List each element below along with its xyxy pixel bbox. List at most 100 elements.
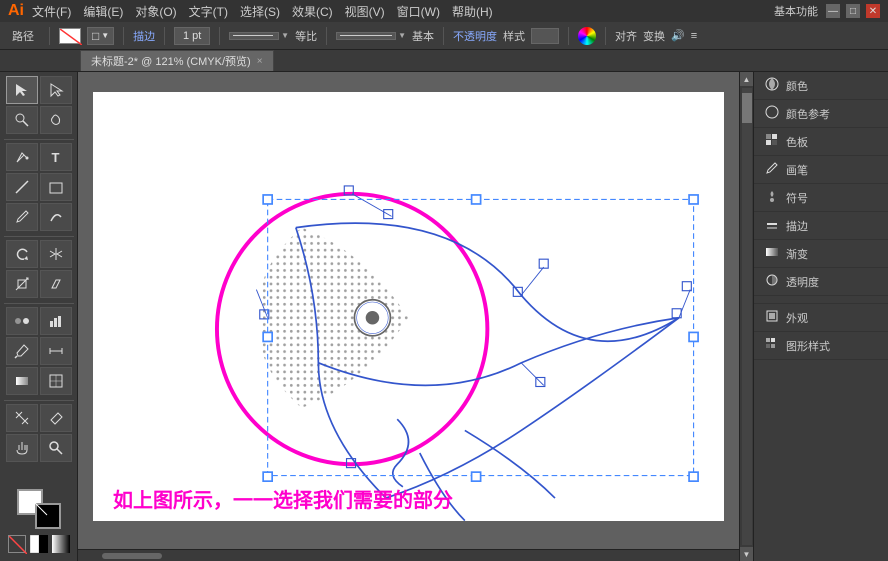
stroke-mode-label: 描边: [133, 28, 155, 44]
more-options-icon[interactable]: 🔊: [671, 29, 685, 42]
scale-tool[interactable]: [6, 270, 38, 298]
menu-file[interactable]: 文件(F): [32, 3, 71, 20]
menu-select[interactable]: 选择(S): [240, 3, 280, 20]
style-selector[interactable]: [531, 28, 559, 44]
type-tool[interactable]: T: [40, 143, 72, 171]
artboard: 如上图所示，一一选择我们需要的部分: [93, 92, 724, 521]
measure-tool[interactable]: [40, 337, 72, 365]
menu-object[interactable]: 对象(O): [135, 3, 176, 20]
scroll-up-arrow[interactable]: ▲: [740, 72, 754, 86]
sep4: [219, 27, 220, 45]
eyedropper-tool[interactable]: [6, 337, 38, 365]
panel-graphic-styles[interactable]: 图形样式: [754, 332, 888, 360]
slice-tool[interactable]: [6, 404, 38, 432]
color-swatches: [2, 485, 75, 557]
rotate-tool[interactable]: [6, 240, 38, 268]
blend-tool[interactable]: [6, 307, 38, 335]
panel-gradient[interactable]: 渐变: [754, 240, 888, 268]
panel-color[interactable]: 颜色: [754, 72, 888, 100]
canvas-scroll[interactable]: 如上图所示，一一选择我们需要的部分: [78, 72, 739, 561]
appearance-icon: [764, 309, 780, 326]
tool-sep-4: [4, 400, 74, 401]
h-scrollbar[interactable]: [78, 549, 739, 561]
path-label: 路径: [6, 28, 40, 44]
dash-style-1[interactable]: ▼: [229, 31, 289, 40]
tool-row-4: [2, 173, 75, 201]
gradient-swatch-icon[interactable]: [52, 535, 70, 553]
transform-label: 变换: [643, 28, 665, 44]
menu-effect[interactable]: 效果(C): [292, 3, 333, 20]
gradient-tool[interactable]: [6, 367, 38, 395]
select-tool[interactable]: [6, 76, 38, 104]
window-controls[interactable]: — □ ✕: [826, 4, 880, 18]
tab-bar: 未标题-2* @ 121% (CMYK/预览) ×: [0, 50, 888, 72]
menu-window[interactable]: 窗口(W): [397, 3, 440, 20]
hand-tool[interactable]: [6, 434, 38, 462]
shape-tool[interactable]: [40, 173, 72, 201]
scroll-thumb[interactable]: [742, 93, 752, 123]
tool-row-6: [2, 240, 75, 268]
tab-title: 未标题-2* @ 121% (CMYK/预览): [91, 53, 251, 69]
panel-appearance[interactable]: 外观: [754, 304, 888, 332]
tool-row-12: [2, 434, 75, 462]
tool-row-11: [2, 404, 75, 432]
black-white-icon[interactable]: [30, 535, 48, 553]
column-graph-tool[interactable]: [40, 307, 72, 335]
smooth-tool[interactable]: [40, 203, 72, 231]
graphic-styles-icon: [764, 337, 780, 354]
scroll-track[interactable]: [742, 88, 752, 545]
main-area: T: [0, 72, 888, 561]
panel-symbols[interactable]: 符号: [754, 184, 888, 212]
scroll-down-arrow[interactable]: ▼: [740, 547, 754, 561]
panel-color-ref-label: 颜色参考: [786, 106, 830, 122]
maximize-button[interactable]: □: [846, 4, 860, 18]
panel-color-ref[interactable]: 颜色参考: [754, 100, 888, 128]
panel-transparency[interactable]: 透明度: [754, 268, 888, 296]
tab-close-button[interactable]: ×: [257, 56, 263, 67]
magic-wand-tool[interactable]: [6, 106, 38, 134]
zoom-tool[interactable]: [40, 434, 72, 462]
lasso-tool[interactable]: [40, 106, 72, 134]
line-tool[interactable]: [6, 173, 38, 201]
panel-appearance-label: 外观: [786, 310, 808, 326]
sep3: [164, 27, 165, 45]
tool-sep-1: [4, 139, 74, 140]
panel-swatches[interactable]: 色板: [754, 128, 888, 156]
tool-row-3: T: [2, 143, 75, 171]
eraser-tool[interactable]: [40, 404, 72, 432]
color-icon: [764, 77, 780, 94]
none-icon[interactable]: [8, 535, 26, 553]
vertical-scrollbar[interactable]: ▲ ▼: [739, 72, 753, 561]
close-button[interactable]: ✕: [866, 4, 880, 18]
shear-tool[interactable]: [40, 270, 72, 298]
menu-bar[interactable]: 文件(F) 编辑(E) 对象(O) 文字(T) 选择(S) 效果(C) 视图(V…: [32, 3, 774, 20]
panel-graphic-styles-label: 图形样式: [786, 338, 830, 354]
mesh-tool[interactable]: [40, 367, 72, 395]
right-panel: 颜色 颜色参考 色板 画笔 符号: [753, 72, 888, 561]
panel-brushes[interactable]: 画笔: [754, 156, 888, 184]
stroke-width-input[interactable]: [174, 27, 210, 45]
illustration: [93, 92, 724, 521]
pen-tool[interactable]: [6, 143, 38, 171]
panel-stroke[interactable]: 描边: [754, 212, 888, 240]
panel-toggle-icon[interactable]: ≡: [691, 30, 697, 42]
color-wheel-icon[interactable]: [578, 27, 596, 45]
pencil-tool[interactable]: [6, 203, 38, 231]
reflect-tool[interactable]: [40, 240, 72, 268]
minimize-button[interactable]: —: [826, 4, 840, 18]
dash-style-2[interactable]: ▼: [336, 31, 406, 40]
menu-view[interactable]: 视图(V): [345, 3, 385, 20]
sep5: [326, 27, 327, 45]
menu-help[interactable]: 帮助(H): [452, 3, 493, 20]
shape-selector[interactable]: □ ▼: [87, 27, 114, 45]
menu-edit[interactable]: 编辑(E): [83, 3, 123, 20]
stroke-color-swatch[interactable]: [35, 503, 61, 529]
panel-color-label: 颜色: [786, 78, 808, 94]
menu-type[interactable]: 文字(T): [189, 3, 228, 20]
transparency-icon: [764, 273, 780, 290]
document-tab[interactable]: 未标题-2* @ 121% (CMYK/预览) ×: [80, 50, 274, 71]
direct-select-tool[interactable]: [40, 76, 72, 104]
canvas-area: 如上图所示，一一选择我们需要的部分: [78, 72, 739, 561]
caption-text: 如上图所示，一一选择我们需要的部分: [113, 484, 453, 513]
stroke-color-box[interactable]: [59, 28, 81, 44]
